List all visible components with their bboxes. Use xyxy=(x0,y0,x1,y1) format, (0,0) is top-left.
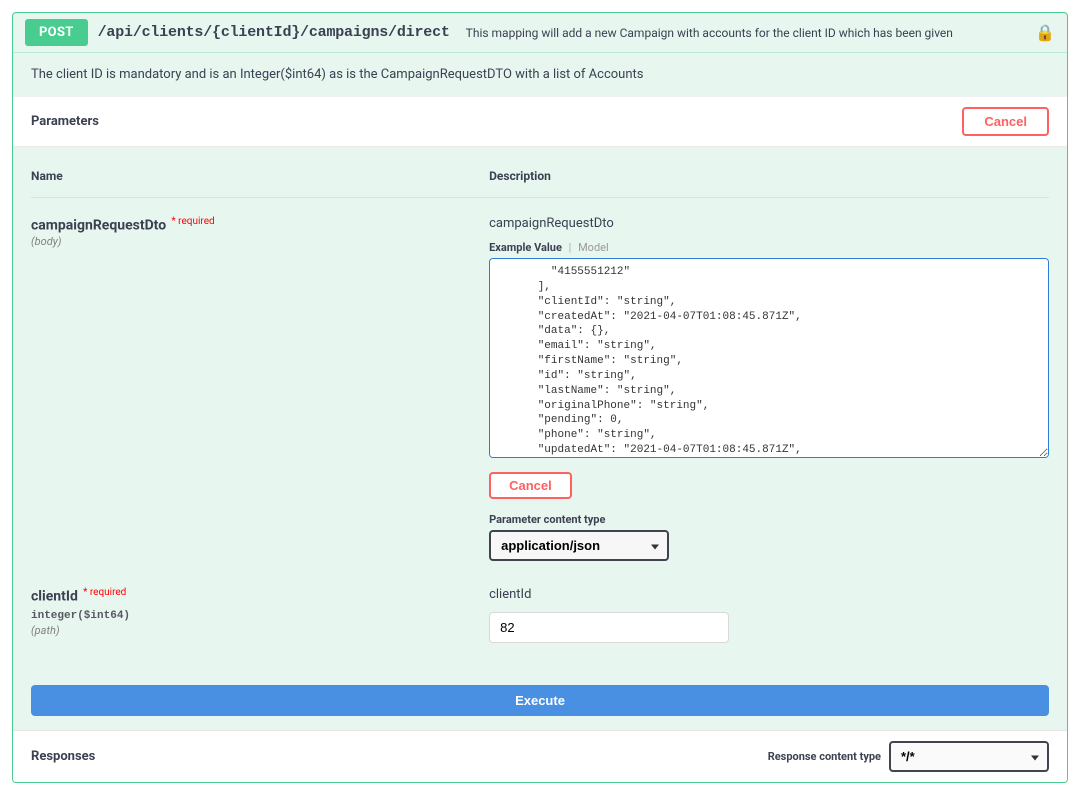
request-body-textarea[interactable] xyxy=(489,258,1049,458)
required-marker: * required xyxy=(83,587,126,598)
method-badge: POST xyxy=(25,19,88,46)
parameters-table: Name Description campaignRequestDto * re… xyxy=(13,147,1067,681)
responses-title: Responses xyxy=(31,749,95,764)
endpoint-summary: This mapping will add a new Campaign wit… xyxy=(466,26,953,40)
param-content-type-select[interactable]: application/json xyxy=(489,530,669,561)
response-content-type-label: Response content type xyxy=(768,750,881,763)
param-row-body: campaignRequestDto * required (body) cam… xyxy=(31,210,1049,581)
response-content-type-select[interactable]: */* xyxy=(889,741,1049,772)
operation-header[interactable]: POST /api/clients/{clientId}/campaigns/d… xyxy=(13,13,1067,53)
param-type: integer($int64) xyxy=(31,610,489,622)
cancel-body-button[interactable]: Cancel xyxy=(489,472,572,499)
col-header-description: Description xyxy=(489,169,1049,183)
param-in: (body) xyxy=(31,235,489,248)
param-desc: campaignRequestDto xyxy=(489,216,1049,231)
responses-header: Responses Response content type */* xyxy=(13,730,1067,782)
clientid-input[interactable] xyxy=(489,612,729,643)
response-content-type-wrap: */* xyxy=(889,741,1049,772)
param-name: clientId xyxy=(31,588,78,604)
param-name: campaignRequestDto xyxy=(31,217,166,233)
param-content-type-label: Parameter content type xyxy=(489,513,1049,526)
cancel-button[interactable]: Cancel xyxy=(962,107,1049,136)
lock-icon[interactable]: 🔒 xyxy=(1035,23,1055,42)
required-marker: * required xyxy=(171,216,214,227)
parameters-header: Parameters Cancel xyxy=(13,96,1067,147)
param-content-type-wrap: application/json xyxy=(489,530,669,561)
param-desc: clientId xyxy=(489,587,1049,602)
parameters-title: Parameters xyxy=(31,114,99,129)
endpoint-path: /api/clients/{clientId}/campaigns/direct xyxy=(98,24,450,41)
param-row-clientid: clientId * required integer($int64) (pat… xyxy=(31,581,1049,663)
param-in: (path) xyxy=(31,624,489,637)
execute-button[interactable]: Execute xyxy=(31,685,1049,716)
col-header-name: Name xyxy=(31,169,489,183)
tab-model[interactable]: Model xyxy=(578,241,609,254)
endpoint-description: The client ID is mandatory and is an Int… xyxy=(13,53,1067,96)
operation-block: POST /api/clients/{clientId}/campaigns/d… xyxy=(12,12,1068,783)
tab-example-value[interactable]: Example Value xyxy=(489,241,562,254)
